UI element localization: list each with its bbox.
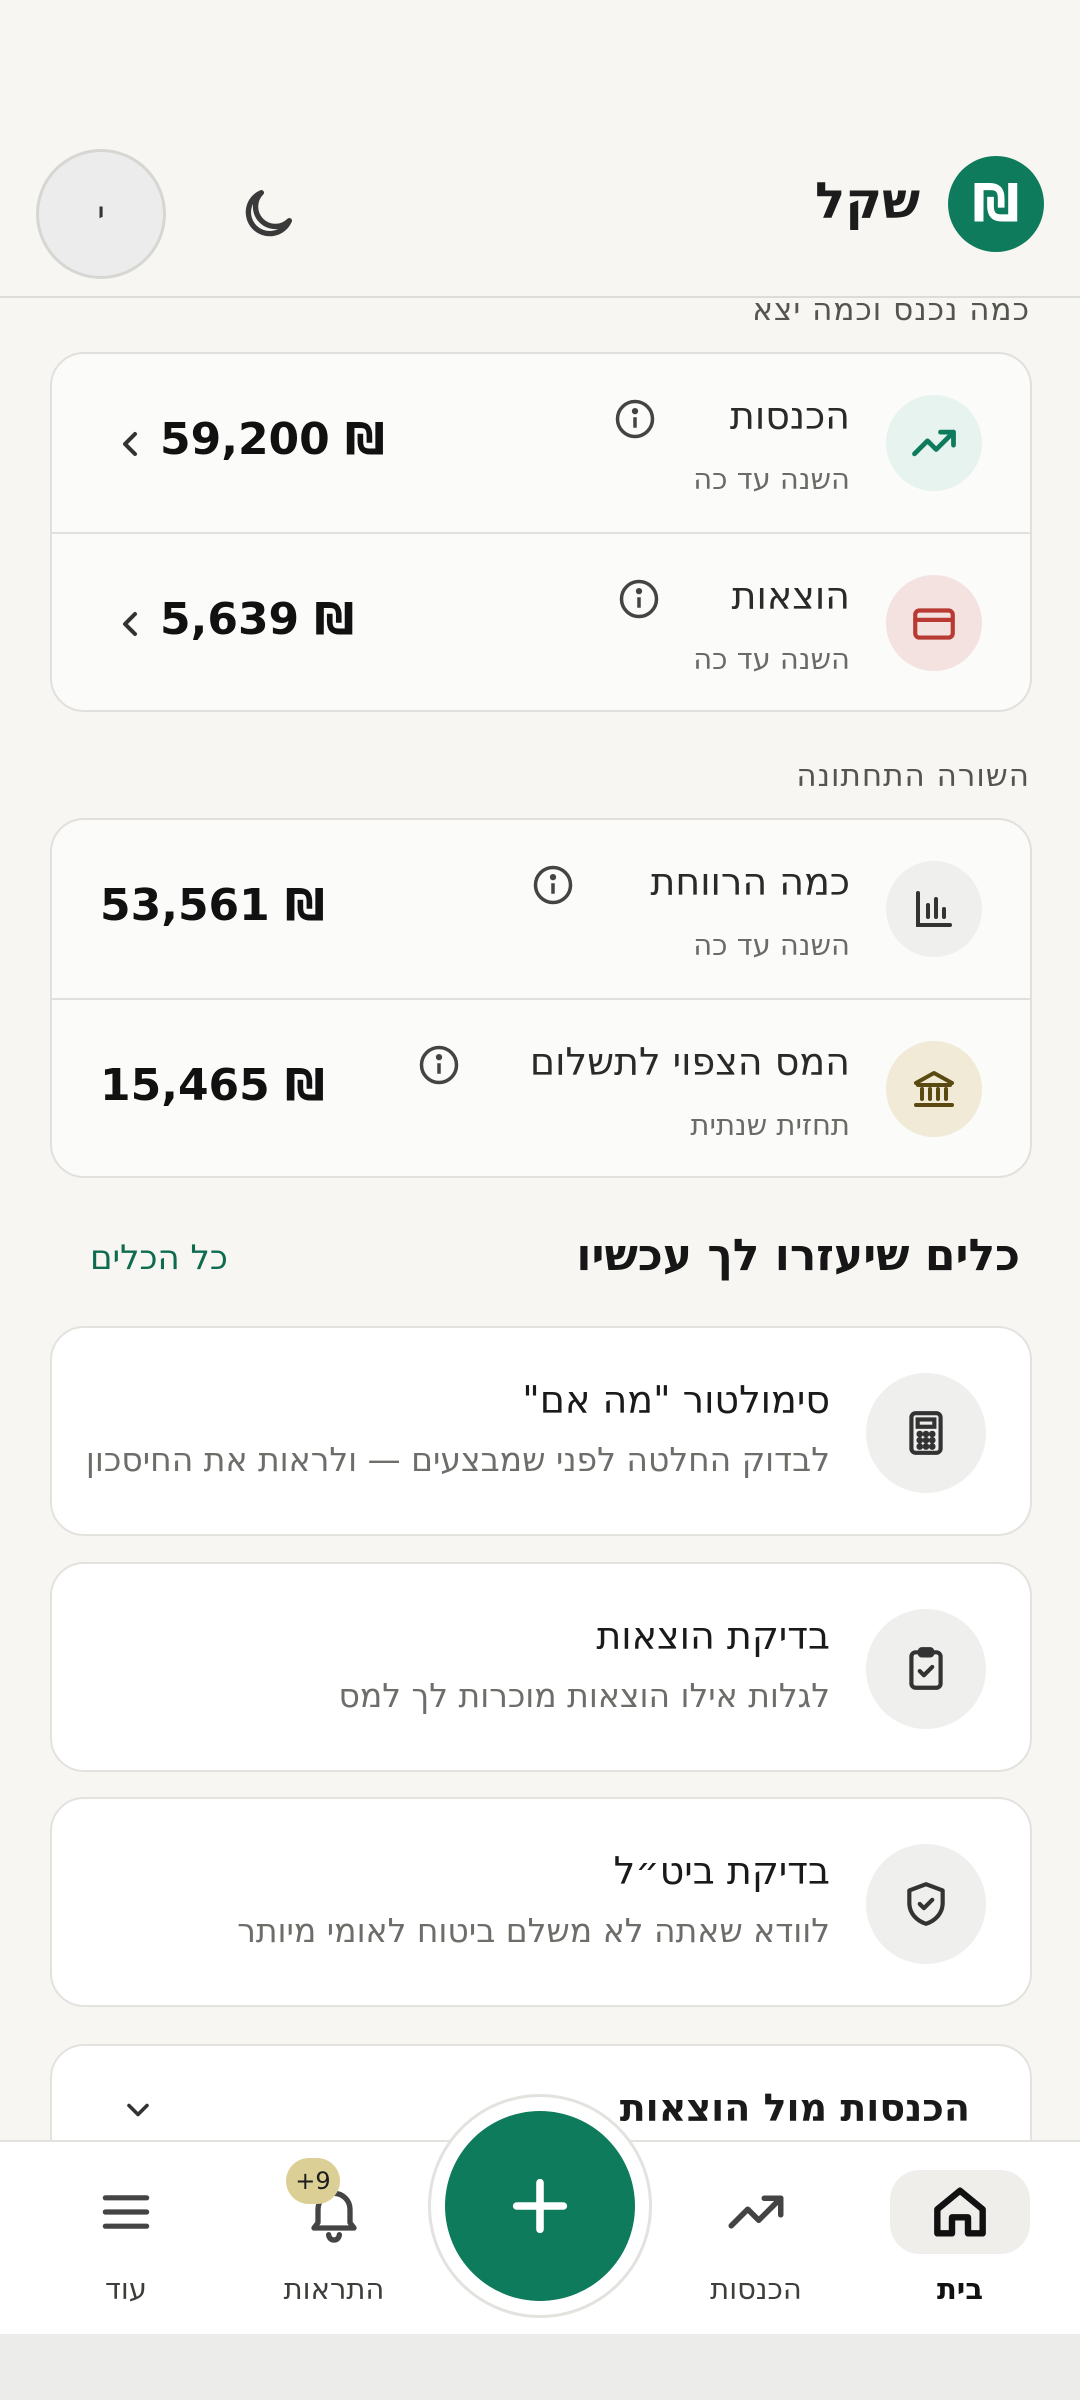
flow-section-label: כמה נכנס וכמה יצא (752, 292, 1030, 328)
info-icon[interactable] (532, 864, 574, 906)
menu-icon (56, 2170, 196, 2254)
tool-description: לגלות אילו הוצאות מוכרות לך למס (338, 1676, 830, 1715)
chevron-down-icon[interactable] (116, 2092, 160, 2128)
dark-mode-toggle-icon[interactable] (236, 182, 300, 246)
bottomline-section-label: השורה התחתונה (796, 758, 1030, 794)
tools-section-title: כלים שיעזרו לך עכשיו (576, 1230, 1020, 1281)
nav-item-alerts[interactable]: +9 התראות (244, 2142, 424, 2336)
expenses-row[interactable]: הוצאות השנה עד כה 5,639 ₪ (52, 532, 1030, 710)
profit-value: 53,561 ₪ (100, 880, 325, 931)
tax-title: המס הצפוי לתשלום (529, 1040, 850, 1084)
info-icon[interactable] (614, 398, 656, 440)
trending-up-icon (686, 2170, 826, 2254)
income-row[interactable]: הכנסות השנה עד כה 59,200 ₪ (52, 354, 1030, 532)
trending-up-icon (886, 395, 982, 491)
nav-item-home[interactable]: בית (870, 2142, 1050, 2336)
tool-title: בדיקת ביט״ל (613, 1849, 830, 1893)
expenses-title: הוצאות (731, 574, 850, 618)
bottomline-card: כמה הרווחת השנה עד כה 53,561 ₪ המס הצפוי… (50, 818, 1032, 1178)
shield-check-icon (866, 1844, 986, 1964)
clipboard-check-icon (866, 1609, 986, 1729)
system-gesture-bar (0, 2334, 1080, 2400)
tool-card-expense-check[interactable]: בדיקת הוצאות לגלות אילו הוצאות מוכרות לך… (50, 1562, 1032, 1772)
tool-title: בדיקת הוצאות (596, 1614, 830, 1658)
chevron-left-icon[interactable] (110, 422, 150, 466)
app-header: ₪ שקל י (0, 148, 1080, 298)
nav-label: הכנסות (710, 2272, 802, 2306)
user-avatar[interactable]: י (36, 149, 166, 279)
profit-title: כמה הרווחת (650, 860, 850, 904)
nav-label: עוד (105, 2272, 147, 2306)
nav-item-income[interactable]: הכנסות (666, 2142, 846, 2336)
info-icon[interactable] (618, 578, 660, 620)
income-value: 59,200 ₪ (160, 414, 385, 465)
tool-description: לבדוק החלטה לפני שמבצעים — ולראות את החי… (85, 1440, 830, 1479)
app-name: שקל (815, 172, 920, 230)
nav-item-more[interactable]: עוד (36, 2142, 216, 2336)
expenses-value: 5,639 ₪ (160, 594, 355, 645)
logo-icon: ₪ (948, 156, 1044, 252)
tool-description: לוודא שאתה לא משלם ביטוח לאומי מיותר (237, 1911, 830, 1950)
bar-chart-icon (886, 861, 982, 957)
chevron-left-icon[interactable] (110, 602, 150, 646)
income-title: הכנסות (729, 394, 850, 438)
bank-icon (886, 1041, 982, 1137)
flow-card: הכנסות השנה עד כה 59,200 ₪ הוצאות השנה ע… (50, 352, 1032, 712)
all-tools-link[interactable]: כל הכלים (90, 1238, 228, 1278)
plus-icon (512, 2178, 568, 2234)
nav-label: בית (936, 2272, 984, 2306)
tool-card-what-if-simulator[interactable]: סימולטור "מה אם" לבדוק החלטה לפני שמבצעי… (50, 1326, 1032, 1536)
tax-subtitle: תחזית שנתית (690, 1108, 850, 1142)
profit-subtitle: השנה עד כה (693, 928, 850, 962)
info-icon[interactable] (418, 1044, 460, 1086)
credit-card-icon (886, 575, 982, 671)
home-icon (890, 2170, 1030, 2254)
income-subtitle: השנה עד כה (693, 462, 850, 496)
tax-value: 15,465 ₪ (100, 1060, 325, 1111)
calculator-icon (866, 1373, 986, 1493)
profit-row[interactable]: כמה הרווחת השנה עד כה 53,561 ₪ (52, 820, 1030, 998)
income-vs-expenses-title: הכנסות מול הוצאות (619, 2086, 970, 2130)
expenses-subtitle: השנה עד כה (693, 642, 850, 676)
alerts-badge: +9 (286, 2158, 340, 2204)
add-button[interactable] (445, 2111, 635, 2301)
tax-row[interactable]: המס הצפוי לתשלום תחזית שנתית 15,465 ₪ (52, 998, 1030, 1176)
nav-label: התראות (283, 2272, 385, 2306)
tool-card-national-insurance-check[interactable]: בדיקת ביט״ל לוודא שאתה לא משלם ביטוח לאו… (50, 1797, 1032, 2007)
tool-title: סימולטור "מה אם" (522, 1378, 830, 1422)
